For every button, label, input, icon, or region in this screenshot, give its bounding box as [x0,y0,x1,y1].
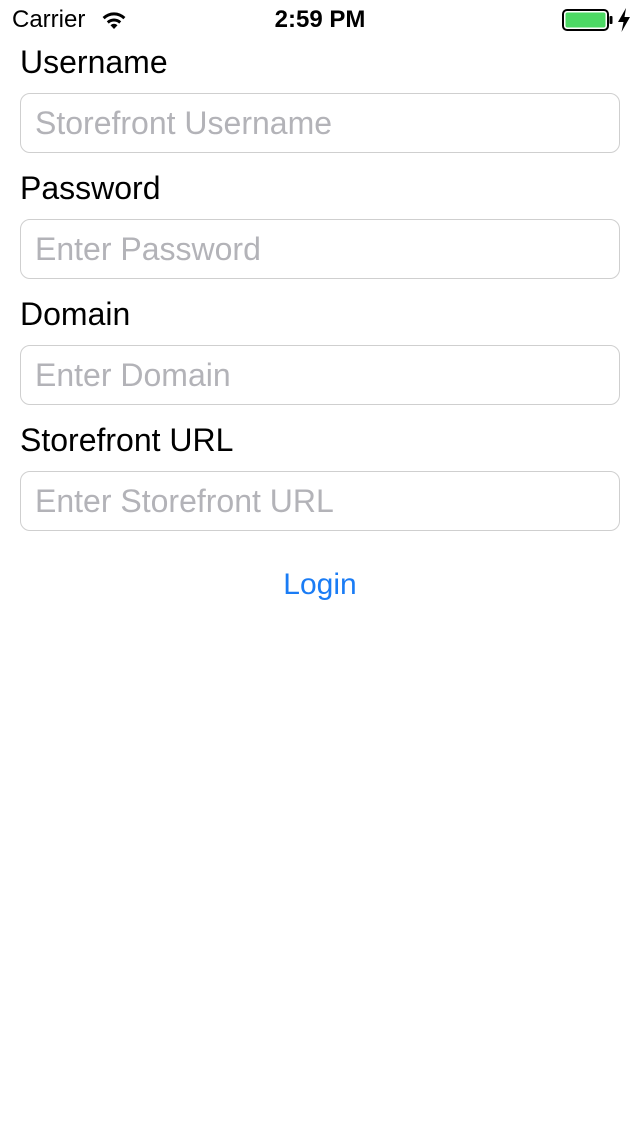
storefront-url-field[interactable] [20,471,620,531]
domain-label: Domain [20,296,131,332]
password-label: Password [20,170,161,206]
storefront-url-label: Storefront URL [20,422,234,458]
login-button[interactable]: Login [0,560,640,610]
status-bar: Carrier 2:59 PM [0,0,640,40]
username-label: Username [20,44,168,80]
status-time: 2:59 PM [274,6,366,33]
domain-field[interactable] [20,345,620,405]
username-field[interactable] [20,93,620,153]
bolt-icon [618,8,630,32]
battery-icon [562,9,613,31]
login-form: Username Password Domain Storefront URL [20,40,620,546]
password-field[interactable] [20,219,620,279]
